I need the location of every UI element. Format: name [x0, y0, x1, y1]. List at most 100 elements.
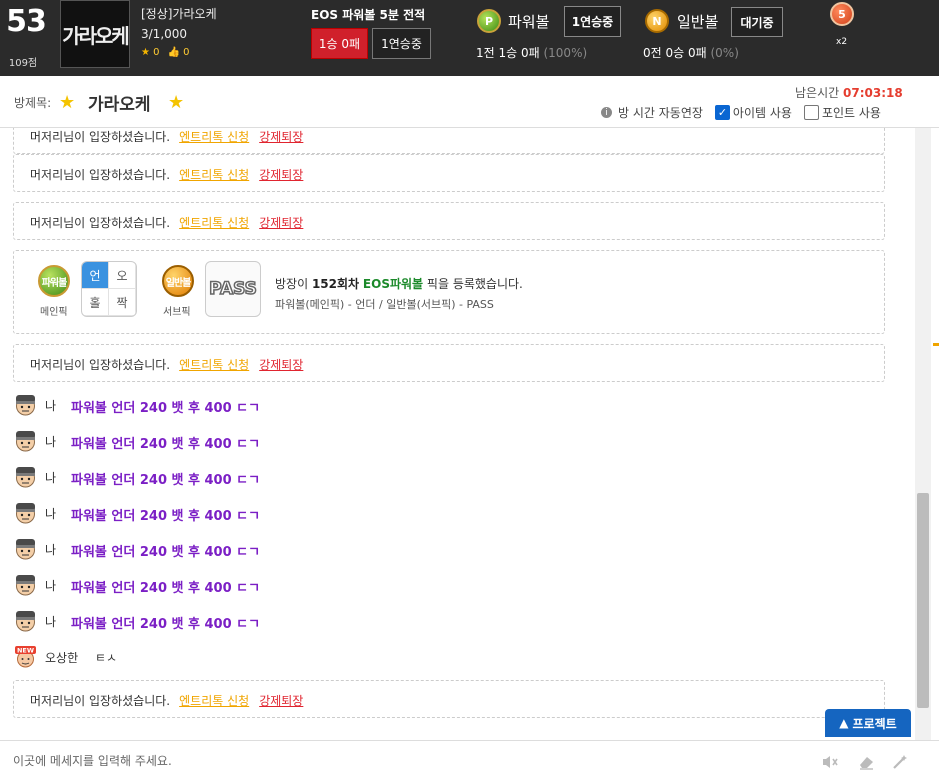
thumbs-up-icon: 👍	[167, 47, 180, 58]
star-stat: ★ 0	[141, 47, 160, 58]
mode-record-button[interactable]: 1승 0패	[311, 28, 368, 59]
chat-text: ㅌㅅ	[95, 651, 118, 665]
normalball-record-pct: (0%)	[710, 46, 739, 60]
message-input[interactable]	[0, 741, 800, 781]
normalball-icon: N	[645, 9, 669, 33]
info-icon[interactable]: i	[601, 107, 612, 118]
room-name: [정상]가라오케	[141, 7, 217, 21]
chat-text: 파워볼 언더 240 뱃 후 400 ㄷㄱ	[71, 509, 261, 524]
remaining-time: 남은시간 07:03:18	[795, 84, 903, 101]
room-title-prefix: 방제목:	[14, 96, 52, 110]
powerball-record-pct: (100%)	[543, 46, 588, 60]
pick-detail: 파워볼(메인픽) - 언더 / 일반볼(서브픽) - PASS	[275, 298, 494, 311]
project-button[interactable]: ▲ 프로젝트	[825, 709, 911, 737]
pick-round: 152회차	[311, 277, 360, 291]
chat-user[interactable]: 나	[45, 433, 56, 450]
room-thumbnail[interactable]: 가라오케	[60, 0, 130, 68]
entry-talk-link[interactable]: 엔트리톡 신청	[179, 356, 249, 373]
chat-log[interactable]: 머저리 님이 입장하셨습니다. 엔트리톡 신청 강제퇴장 머저리 님이 입장하셨…	[0, 128, 915, 740]
avatar-icon[interactable]	[13, 392, 38, 416]
chat-text: 파워볼 언더 240 뱃 후 400 ㄷㄱ	[71, 401, 261, 416]
chat-user[interactable]: 나	[45, 469, 56, 486]
normalball-pick-icon: 일반볼	[162, 265, 194, 297]
remaining-time-value: 07:03:18	[843, 86, 903, 100]
star-icon: ★	[141, 47, 150, 58]
entry-notice: 머저리 님이 입장하셨습니다. 엔트리톡 신청 강제퇴장	[13, 680, 885, 718]
pick-odd: 홀	[82, 289, 109, 316]
room-title: 가라오케	[88, 95, 151, 115]
chat-user[interactable]: 나	[45, 613, 56, 630]
pick-even: 짝	[109, 289, 136, 316]
main-pick-caption: 메인픽	[40, 307, 68, 318]
powerball-status-button[interactable]: 1연승중	[564, 6, 621, 37]
new-user-avatar-icon[interactable]: NEW	[13, 644, 38, 668]
pick-registration-notice: 파워볼 메인픽 언 오 홀 짝 일반볼 서브픽 PASS 방장이 152회차 E…	[13, 250, 885, 334]
room-user-count: 3/1,000	[141, 27, 188, 41]
use-point-label[interactable]: 포인트 사용	[822, 104, 881, 121]
entry-notice: 머저리 님이 입장하셨습니다. 엔트리톡 신청 강제퇴장	[13, 202, 885, 240]
entry-talk-link[interactable]: 엔트리톡 신청	[179, 214, 249, 231]
chat-text: 파워볼 언더 240 뱃 후 400 ㄷㄱ	[71, 473, 261, 488]
avatar-icon[interactable]	[13, 536, 38, 560]
use-point-checkbox[interactable]	[803, 105, 819, 120]
avatar-icon[interactable]	[13, 608, 38, 632]
avatar-icon[interactable]	[13, 428, 38, 452]
room-stats: ★ 0 👍 0	[141, 47, 190, 58]
normalball-record-main: 0전 0승 0패	[643, 46, 707, 60]
chat-user[interactable]: 오상한	[45, 649, 78, 666]
powerball-record-main: 1전 1승 0패	[476, 46, 540, 60]
entry-talk-link[interactable]: 엔트리톡 신청	[179, 128, 249, 145]
mode-streak-button[interactable]: 1연승중	[372, 28, 431, 59]
remaining-time-label: 남은시간	[795, 86, 840, 100]
notice-text: 님이 입장하셨습니다.	[63, 694, 171, 708]
avatar-icon[interactable]	[13, 464, 38, 488]
edge-marker	[933, 343, 939, 346]
chat-text: 파워볼 언더 240 뱃 후 400 ㄷㄱ	[71, 437, 261, 452]
chat-user[interactable]: 나	[45, 541, 56, 558]
notice-user[interactable]: 머저리	[30, 692, 63, 709]
svg-text:NEW: NEW	[17, 647, 34, 655]
entry-talk-link[interactable]: 엔트리톡 신청	[179, 166, 249, 183]
caret-up-icon: ▲	[839, 716, 849, 730]
mode-title: EOS 파워볼 5분 전적	[311, 8, 426, 22]
multiplier-label: x2	[836, 37, 848, 47]
kick-link[interactable]: 강제퇴장	[259, 214, 303, 231]
multiplier-icon[interactable]: 5	[830, 2, 854, 26]
user-level: 53	[6, 4, 47, 39]
use-item-label[interactable]: 아이템 사용	[733, 104, 792, 121]
chat-scrollbar-thumb[interactable]	[917, 493, 929, 708]
pick-msg-prefix: 방장이	[275, 277, 309, 291]
eraser-icon[interactable]	[856, 752, 876, 772]
notice-user[interactable]: 머저리	[30, 128, 63, 145]
notice-user[interactable]: 머저리	[30, 166, 63, 183]
top-status-bar: 53 109점 가라오케 [정상]가라오케 3/1,000 ★ 0 👍 0 EO…	[0, 0, 939, 76]
notice-user[interactable]: 머저리	[30, 356, 63, 373]
avatar-icon[interactable]	[13, 572, 38, 596]
notice-text: 님이 입장하셨습니다.	[63, 216, 171, 230]
user-points: 109점	[8, 58, 38, 69]
chat-user[interactable]: 나	[45, 397, 56, 414]
powerball-label: 파워볼	[508, 13, 550, 31]
star-icon: ★	[59, 92, 76, 113]
notice-user[interactable]: 머저리	[30, 214, 63, 231]
kick-link[interactable]: 강제퇴장	[259, 356, 303, 373]
normalball-status-button[interactable]: 대기중	[731, 7, 783, 37]
chat-user[interactable]: 나	[45, 505, 56, 522]
magic-wand-icon[interactable]	[890, 752, 910, 772]
sub-pick-caption: 서브픽	[163, 307, 191, 318]
pass-badge: PASS	[205, 261, 261, 317]
chat-user[interactable]: 나	[45, 577, 56, 594]
kick-link[interactable]: 강제퇴장	[259, 166, 303, 183]
mute-icon[interactable]	[820, 752, 840, 772]
kick-link[interactable]: 강제퇴장	[259, 692, 303, 709]
kick-link[interactable]: 강제퇴장	[259, 128, 303, 145]
entry-talk-link[interactable]: 엔트리톡 신청	[179, 692, 249, 709]
entry-notice: 머저리 님이 입장하셨습니다. 엔트리톡 신청 강제퇴장	[13, 344, 885, 382]
normalball-record: 0전 0승 0패 (0%)	[643, 44, 739, 61]
notice-text: 님이 입장하셨습니다.	[63, 130, 171, 144]
auto-extend-label[interactable]: 방 시간 자동연장	[618, 104, 703, 121]
use-item-checkbox[interactable]: ✓	[714, 105, 730, 120]
like-stat: 👍 0	[168, 47, 190, 58]
chat-text: 파워볼 언더 240 뱃 후 400 ㄷㄱ	[71, 617, 261, 632]
avatar-icon[interactable]	[13, 500, 38, 524]
